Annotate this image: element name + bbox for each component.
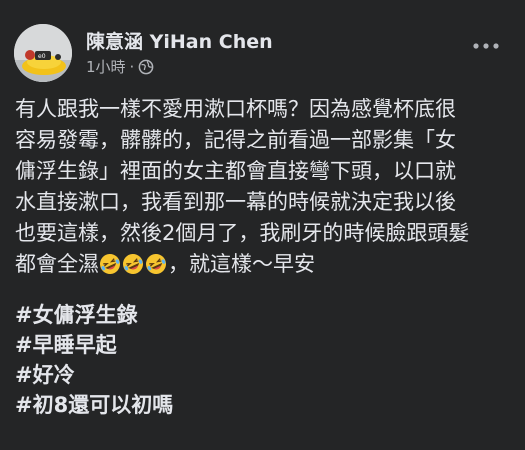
rolling-on-floor-laughing-emoji-icon (145, 253, 167, 275)
avatar-image: e0 (14, 24, 72, 82)
svg-text:e0: e0 (38, 53, 46, 60)
post-body-line: 容易發霉，髒髒的，記得之前看過一部影集「女 (15, 128, 456, 152)
globe-icon[interactable] (138, 59, 154, 75)
hashtag-link[interactable]: #女傭浮生錄 (15, 300, 173, 330)
hashtag-link[interactable]: #早睡早起 (15, 330, 173, 360)
rolling-on-floor-laughing-emoji-icon (99, 253, 121, 275)
profile-avatar[interactable]: e0 (14, 24, 72, 82)
rolling-on-floor-laughing-emoji-icon (122, 253, 144, 275)
post-body-line: 傭浮生錄」裡面的女主都會直接彎下頭，以口就 (15, 159, 456, 183)
post-meta: 1小時 · (86, 56, 154, 77)
post-body-line: 水直接漱口，我看到那一幕的時候就決定我以後 (15, 190, 456, 214)
post-body-last-line: 都會全濕 ，就這樣～早安 (15, 249, 515, 280)
post-card: e0 陳意涵 YiHan Chen 1小時 · 有人跟我一樣不愛用漱口杯嗎？因為… (0, 0, 525, 450)
hashtag-list: #女傭浮生錄 #早睡早起 #好冷 #初8還可以初嗎 (15, 300, 173, 420)
author-name[interactable]: 陳意涵 YiHan Chen (86, 27, 273, 54)
post-body-line: 也要這樣，然後2個月了，我刷牙的時候臉跟頭髮 (15, 221, 470, 245)
post-timestamp[interactable]: 1小時 (86, 56, 126, 77)
hashtag-link[interactable]: #好冷 (15, 360, 173, 390)
post-body-line: 有人跟我一樣不愛用漱口杯嗎？因為感覺杯底很 (15, 97, 456, 121)
post-body-text: 都會全濕 (15, 252, 99, 276)
hashtag-link[interactable]: #初8還可以初嗎 (15, 390, 173, 420)
post-body: 有人跟我一樣不愛用漱口杯嗎？因為感覺杯底很 容易發霉，髒髒的，記得之前看過一部影… (15, 94, 515, 280)
meta-separator: · (129, 57, 135, 76)
more-options-icon[interactable] (469, 36, 503, 56)
post-body-text: ，就這樣～早安 (168, 252, 315, 276)
